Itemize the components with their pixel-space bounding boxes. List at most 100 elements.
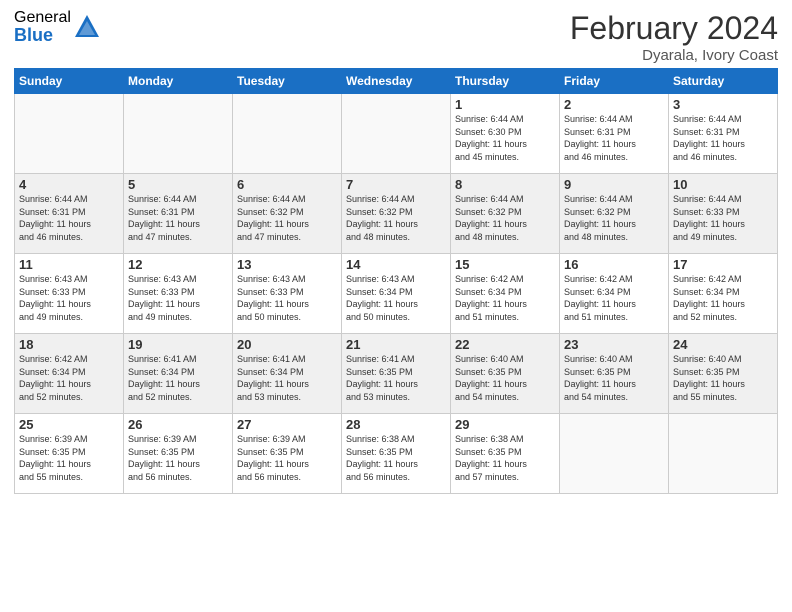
col-tuesday: Tuesday <box>233 69 342 94</box>
title-area: February 2024 Dyarala, Ivory Coast <box>570 10 778 64</box>
day-info: Sunrise: 6:43 AM Sunset: 6:33 PM Dayligh… <box>19 273 119 323</box>
logo-text: General Blue <box>14 10 71 44</box>
day-info: Sunrise: 6:44 AM Sunset: 6:33 PM Dayligh… <box>673 193 773 243</box>
day-number: 28 <box>346 417 446 432</box>
calendar-cell <box>560 414 669 494</box>
day-info: Sunrise: 6:39 AM Sunset: 6:35 PM Dayligh… <box>237 433 337 483</box>
day-info: Sunrise: 6:40 AM Sunset: 6:35 PM Dayligh… <box>455 353 555 403</box>
day-info: Sunrise: 6:43 AM Sunset: 6:34 PM Dayligh… <box>346 273 446 323</box>
week-row-4: 25Sunrise: 6:39 AM Sunset: 6:35 PM Dayli… <box>15 414 778 494</box>
calendar-cell <box>124 94 233 174</box>
day-number: 27 <box>237 417 337 432</box>
day-info: Sunrise: 6:44 AM Sunset: 6:31 PM Dayligh… <box>19 193 119 243</box>
day-number: 1 <box>455 97 555 112</box>
logo-icon <box>73 13 101 41</box>
calendar-cell <box>342 94 451 174</box>
day-info: Sunrise: 6:40 AM Sunset: 6:35 PM Dayligh… <box>564 353 664 403</box>
col-saturday: Saturday <box>669 69 778 94</box>
calendar-cell: 25Sunrise: 6:39 AM Sunset: 6:35 PM Dayli… <box>15 414 124 494</box>
location: Dyarala, Ivory Coast <box>570 47 778 64</box>
col-monday: Monday <box>124 69 233 94</box>
day-info: Sunrise: 6:41 AM Sunset: 6:35 PM Dayligh… <box>346 353 446 403</box>
calendar-cell: 7Sunrise: 6:44 AM Sunset: 6:32 PM Daylig… <box>342 174 451 254</box>
header: General Blue February 2024 Dyarala, Ivor… <box>14 10 778 64</box>
day-number: 23 <box>564 337 664 352</box>
calendar-cell: 18Sunrise: 6:42 AM Sunset: 6:34 PM Dayli… <box>15 334 124 414</box>
calendar-cell: 28Sunrise: 6:38 AM Sunset: 6:35 PM Dayli… <box>342 414 451 494</box>
calendar-cell: 13Sunrise: 6:43 AM Sunset: 6:33 PM Dayli… <box>233 254 342 334</box>
logo-general: General <box>14 10 71 26</box>
calendar-cell <box>669 414 778 494</box>
day-number: 12 <box>128 257 228 272</box>
calendar-cell: 10Sunrise: 6:44 AM Sunset: 6:33 PM Dayli… <box>669 174 778 254</box>
month-title: February 2024 <box>570 10 778 47</box>
calendar-cell: 17Sunrise: 6:42 AM Sunset: 6:34 PM Dayli… <box>669 254 778 334</box>
week-row-2: 11Sunrise: 6:43 AM Sunset: 6:33 PM Dayli… <box>15 254 778 334</box>
day-number: 14 <box>346 257 446 272</box>
day-info: Sunrise: 6:38 AM Sunset: 6:35 PM Dayligh… <box>346 433 446 483</box>
day-number: 13 <box>237 257 337 272</box>
day-number: 22 <box>455 337 555 352</box>
calendar-cell: 2Sunrise: 6:44 AM Sunset: 6:31 PM Daylig… <box>560 94 669 174</box>
day-info: Sunrise: 6:38 AM Sunset: 6:35 PM Dayligh… <box>455 433 555 483</box>
day-info: Sunrise: 6:42 AM Sunset: 6:34 PM Dayligh… <box>564 273 664 323</box>
day-number: 21 <box>346 337 446 352</box>
header-row: Sunday Monday Tuesday Wednesday Thursday… <box>15 69 778 94</box>
day-number: 15 <box>455 257 555 272</box>
col-thursday: Thursday <box>451 69 560 94</box>
calendar-cell: 23Sunrise: 6:40 AM Sunset: 6:35 PM Dayli… <box>560 334 669 414</box>
day-info: Sunrise: 6:41 AM Sunset: 6:34 PM Dayligh… <box>128 353 228 403</box>
day-number: 7 <box>346 177 446 192</box>
calendar-cell <box>233 94 342 174</box>
day-info: Sunrise: 6:39 AM Sunset: 6:35 PM Dayligh… <box>19 433 119 483</box>
day-info: Sunrise: 6:41 AM Sunset: 6:34 PM Dayligh… <box>237 353 337 403</box>
day-number: 17 <box>673 257 773 272</box>
col-wednesday: Wednesday <box>342 69 451 94</box>
calendar-cell: 19Sunrise: 6:41 AM Sunset: 6:34 PM Dayli… <box>124 334 233 414</box>
calendar-cell: 1Sunrise: 6:44 AM Sunset: 6:30 PM Daylig… <box>451 94 560 174</box>
day-info: Sunrise: 6:44 AM Sunset: 6:30 PM Dayligh… <box>455 113 555 163</box>
day-number: 16 <box>564 257 664 272</box>
day-info: Sunrise: 6:44 AM Sunset: 6:32 PM Dayligh… <box>346 193 446 243</box>
day-number: 8 <box>455 177 555 192</box>
calendar-cell: 11Sunrise: 6:43 AM Sunset: 6:33 PM Dayli… <box>15 254 124 334</box>
calendar-cell: 8Sunrise: 6:44 AM Sunset: 6:32 PM Daylig… <box>451 174 560 254</box>
calendar-cell: 27Sunrise: 6:39 AM Sunset: 6:35 PM Dayli… <box>233 414 342 494</box>
day-info: Sunrise: 6:44 AM Sunset: 6:31 PM Dayligh… <box>564 113 664 163</box>
day-info: Sunrise: 6:44 AM Sunset: 6:32 PM Dayligh… <box>455 193 555 243</box>
day-info: Sunrise: 6:42 AM Sunset: 6:34 PM Dayligh… <box>19 353 119 403</box>
day-number: 10 <box>673 177 773 192</box>
calendar-cell: 14Sunrise: 6:43 AM Sunset: 6:34 PM Dayli… <box>342 254 451 334</box>
calendar-cell: 21Sunrise: 6:41 AM Sunset: 6:35 PM Dayli… <box>342 334 451 414</box>
calendar-cell: 16Sunrise: 6:42 AM Sunset: 6:34 PM Dayli… <box>560 254 669 334</box>
day-number: 5 <box>128 177 228 192</box>
day-info: Sunrise: 6:43 AM Sunset: 6:33 PM Dayligh… <box>237 273 337 323</box>
day-number: 19 <box>128 337 228 352</box>
day-info: Sunrise: 6:44 AM Sunset: 6:32 PM Dayligh… <box>237 193 337 243</box>
calendar-cell: 22Sunrise: 6:40 AM Sunset: 6:35 PM Dayli… <box>451 334 560 414</box>
day-number: 18 <box>19 337 119 352</box>
col-sunday: Sunday <box>15 69 124 94</box>
day-info: Sunrise: 6:40 AM Sunset: 6:35 PM Dayligh… <box>673 353 773 403</box>
day-info: Sunrise: 6:44 AM Sunset: 6:32 PM Dayligh… <box>564 193 664 243</box>
day-info: Sunrise: 6:44 AM Sunset: 6:31 PM Dayligh… <box>128 193 228 243</box>
logo-area: General Blue <box>14 10 101 44</box>
week-row-3: 18Sunrise: 6:42 AM Sunset: 6:34 PM Dayli… <box>15 334 778 414</box>
calendar-cell: 9Sunrise: 6:44 AM Sunset: 6:32 PM Daylig… <box>560 174 669 254</box>
day-info: Sunrise: 6:42 AM Sunset: 6:34 PM Dayligh… <box>673 273 773 323</box>
col-friday: Friday <box>560 69 669 94</box>
calendar-cell: 5Sunrise: 6:44 AM Sunset: 6:31 PM Daylig… <box>124 174 233 254</box>
calendar-cell: 4Sunrise: 6:44 AM Sunset: 6:31 PM Daylig… <box>15 174 124 254</box>
week-row-0: 1Sunrise: 6:44 AM Sunset: 6:30 PM Daylig… <box>15 94 778 174</box>
logo-blue: Blue <box>14 26 71 44</box>
day-number: 9 <box>564 177 664 192</box>
calendar-cell: 12Sunrise: 6:43 AM Sunset: 6:33 PM Dayli… <box>124 254 233 334</box>
calendar-cell <box>15 94 124 174</box>
day-number: 11 <box>19 257 119 272</box>
calendar-cell: 3Sunrise: 6:44 AM Sunset: 6:31 PM Daylig… <box>669 94 778 174</box>
day-info: Sunrise: 6:42 AM Sunset: 6:34 PM Dayligh… <box>455 273 555 323</box>
day-number: 20 <box>237 337 337 352</box>
calendar-cell: 20Sunrise: 6:41 AM Sunset: 6:34 PM Dayli… <box>233 334 342 414</box>
day-info: Sunrise: 6:44 AM Sunset: 6:31 PM Dayligh… <box>673 113 773 163</box>
calendar-cell: 24Sunrise: 6:40 AM Sunset: 6:35 PM Dayli… <box>669 334 778 414</box>
